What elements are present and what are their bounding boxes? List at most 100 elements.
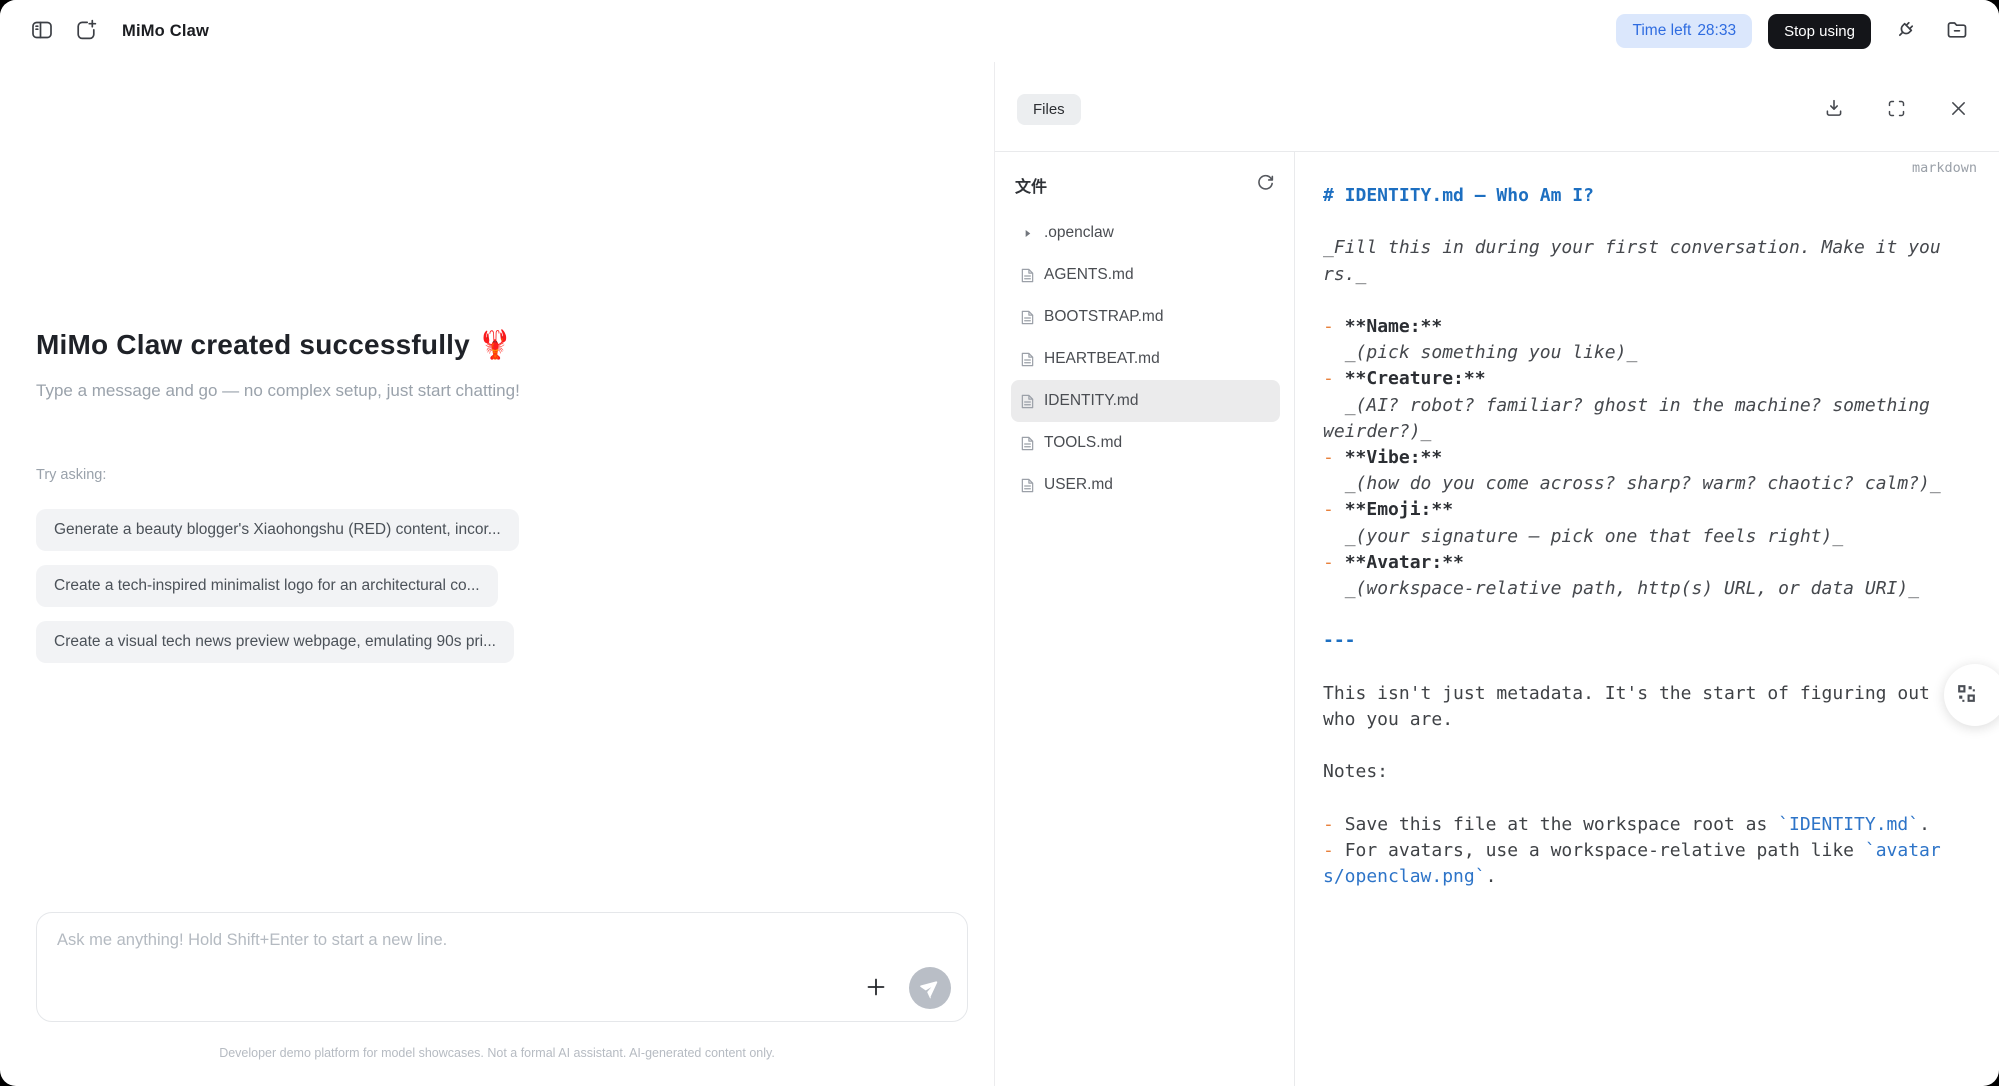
welcome-block: MiMo Claw created successfully 🦞 Type a … — [36, 328, 520, 401]
md-line: _(how do you come across? sharp? warm? c… — [1323, 471, 1943, 497]
md-line: _(pick something you like)_ — [1323, 340, 1943, 366]
file-row[interactable]: AGENTS.md — [1011, 254, 1280, 296]
refresh-icon — [1256, 174, 1275, 196]
input-actions — [861, 967, 951, 1009]
files-tab[interactable]: Files — [1017, 94, 1081, 125]
md-line: Notes: — [1323, 759, 1943, 785]
new-chat-icon — [74, 18, 98, 45]
topbar: MiMo Claw Time left 28:33 Stop using — [0, 0, 1999, 62]
message-input[interactable] — [37, 913, 967, 973]
new-chat-button[interactable] — [68, 13, 104, 49]
time-left-label: Time left — [1632, 22, 1691, 40]
file-name: AGENTS.md — [1044, 266, 1134, 284]
welcome-heading: MiMo Claw created successfully 🦞 — [36, 328, 520, 361]
markdown-content: # IDENTITY.md — Who Am I? _Fill this in d… — [1323, 183, 1943, 890]
app-title: MiMo Claw — [122, 22, 209, 41]
panel-left-icon — [30, 18, 54, 45]
md-line: - **Emoji:** — [1323, 497, 1943, 523]
file-icon — [1019, 309, 1035, 326]
files-panel-body: 文件 .openclaw AGENTS.md BOOTSTRAP.md HEARTBE… — [995, 152, 1999, 1086]
attach-button[interactable] — [861, 973, 891, 1003]
try-asking-label: Try asking: — [36, 467, 519, 483]
file-row[interactable]: IDENTITY.md — [1011, 380, 1280, 422]
file-icon — [1019, 477, 1035, 494]
file-icon — [1019, 435, 1035, 452]
file-name: BOOTSTRAP.md — [1044, 308, 1163, 326]
download-icon — [1823, 97, 1845, 122]
plus-icon — [865, 976, 887, 1001]
files-shortcut-button[interactable] — [1939, 13, 1975, 49]
input-disclaimer: Developer demo platform for model showca… — [0, 1046, 994, 1060]
file-row[interactable]: TOOLS.md — [1011, 422, 1280, 464]
language-badge: markdown — [1912, 160, 1977, 176]
md-line — [1323, 786, 1943, 812]
chat-column: MiMo Claw created successfully 🦞 Type a … — [0, 62, 994, 1086]
file-row[interactable]: HEARTBEAT.md — [1011, 338, 1280, 380]
send-button[interactable] — [909, 967, 951, 1009]
md-line: # IDENTITY.md — Who Am I? — [1323, 183, 1943, 209]
md-line — [1323, 209, 1943, 235]
download-button[interactable] — [1819, 95, 1849, 125]
time-left-badge[interactable]: Time left 28:33 — [1616, 14, 1752, 48]
stop-using-button[interactable]: Stop using — [1768, 14, 1871, 49]
md-line: - Save this file at the workspace root a… — [1323, 812, 1943, 838]
maximize-icon — [1886, 98, 1907, 122]
qr-button[interactable] — [1944, 664, 1999, 726]
suggestion-chip[interactable]: Create a visual tech news preview webpag… — [36, 621, 514, 663]
md-line: - **Vibe:** — [1323, 445, 1943, 471]
main-area: MiMo Claw created successfully 🦞 Type a … — [0, 62, 1999, 1086]
plug-icon — [1893, 18, 1917, 45]
suggestion-list: Generate a beauty blogger's Xiaohongshu … — [36, 509, 519, 663]
qr-code-icon — [1955, 682, 1978, 708]
file-name: USER.md — [1044, 476, 1113, 494]
app-window: MiMo Claw Time left 28:33 Stop using — [0, 0, 1999, 1086]
file-list: .openclaw AGENTS.md BOOTSTRAP.md HEARTBEAT.… — [1011, 212, 1280, 506]
md-line: - **Avatar:** — [1323, 550, 1943, 576]
folder-minus-icon — [1945, 18, 1969, 45]
connect-button[interactable] — [1887, 13, 1923, 49]
files-panel-header: Files — [995, 62, 1999, 152]
md-line — [1323, 733, 1943, 759]
md-line: - For avatars, use a workspace-relative … — [1323, 838, 1943, 890]
md-line — [1323, 288, 1943, 314]
file-tree-header: 文件 — [1011, 170, 1280, 200]
md-line — [1323, 602, 1943, 628]
file-row[interactable]: BOOTSTRAP.md — [1011, 296, 1280, 338]
file-name: .openclaw — [1044, 224, 1114, 242]
file-tree-title: 文件 — [1015, 173, 1047, 197]
md-line: - **Name:** — [1323, 314, 1943, 340]
close-panel-button[interactable] — [1943, 95, 1973, 125]
markdown-viewer: markdown # IDENTITY.md — Who Am I? _Fill … — [1295, 152, 1999, 1086]
file-icon — [1019, 267, 1035, 284]
md-line: _(workspace-relative path, http(s) URL, … — [1323, 576, 1943, 602]
send-icon — [920, 977, 940, 1000]
md-line: _(your signature — pick one that feels r… — [1323, 524, 1943, 550]
file-name: HEARTBEAT.md — [1044, 350, 1160, 368]
chevron-right-icon — [1019, 228, 1035, 239]
md-line: --- — [1323, 628, 1943, 654]
files-panel: Files — [994, 62, 1999, 1086]
file-icon — [1019, 393, 1035, 410]
close-icon — [1948, 98, 1969, 122]
md-line: _Fill this in during your first conversa… — [1323, 235, 1943, 287]
file-row[interactable]: USER.md — [1011, 464, 1280, 506]
suggestion-chip[interactable]: Create a tech-inspired minimalist logo f… — [36, 565, 498, 607]
file-row[interactable]: .openclaw — [1011, 212, 1280, 254]
suggestion-chip[interactable]: Generate a beauty blogger's Xiaohongshu … — [36, 509, 519, 551]
files-panel-header-icons — [1819, 95, 1973, 125]
md-line: This isn't just metadata. It's the start… — [1323, 681, 1943, 733]
md-line: - **Creature:** — [1323, 366, 1943, 392]
file-icon — [1019, 351, 1035, 368]
topbar-left: MiMo Claw — [24, 13, 209, 49]
refresh-button[interactable] — [1250, 170, 1280, 200]
topbar-right: Time left 28:33 Stop using — [1616, 13, 1975, 49]
file-name: IDENTITY.md — [1044, 392, 1138, 410]
welcome-subheading: Type a message and go — no complex setup… — [36, 381, 520, 401]
file-name: TOOLS.md — [1044, 434, 1122, 452]
file-tree: 文件 .openclaw AGENTS.md BOOTSTRAP.md HEARTBE… — [995, 152, 1295, 1086]
time-left-value: 28:33 — [1697, 22, 1736, 40]
message-input-box — [36, 912, 968, 1022]
fullscreen-button[interactable] — [1881, 95, 1911, 125]
try-asking-block: Try asking: Generate a beauty blogger's … — [36, 467, 519, 663]
sidebar-toggle-button[interactable] — [24, 13, 60, 49]
